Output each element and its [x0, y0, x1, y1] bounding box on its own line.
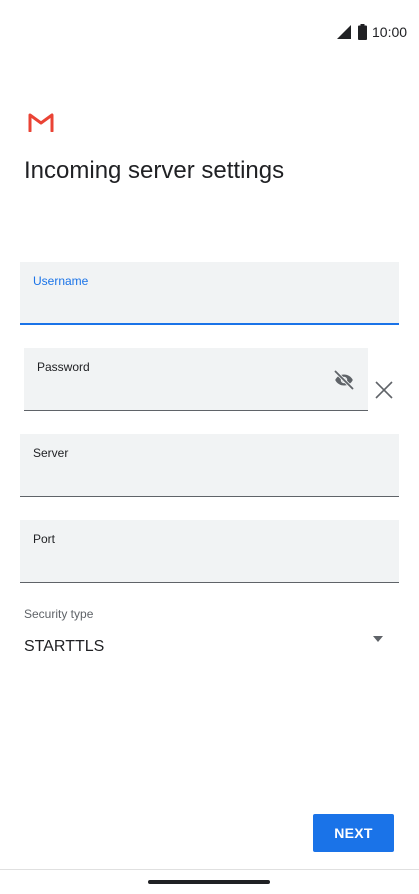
- port-input[interactable]: [32, 552, 387, 576]
- visibility-off-icon[interactable]: [332, 368, 356, 392]
- cell-signal-icon: [337, 25, 351, 39]
- status-bar: 10:00: [0, 0, 419, 64]
- next-button[interactable]: NEXT: [313, 814, 394, 852]
- password-input[interactable]: [36, 380, 324, 404]
- security-type-label: Security type: [24, 607, 94, 621]
- server-input[interactable]: [32, 466, 387, 490]
- home-gesture-handle[interactable]: [148, 880, 270, 884]
- dropdown-arrow-icon: [373, 636, 383, 642]
- server-label: Server: [33, 446, 69, 460]
- port-label: Port: [33, 532, 56, 546]
- gmail-logo-icon: [28, 113, 54, 132]
- username-input[interactable]: [32, 293, 387, 317]
- page-title: Incoming server settings: [24, 157, 285, 184]
- username-label: Username: [33, 274, 89, 288]
- password-label: Password: [37, 360, 90, 374]
- username-field[interactable]: Username: [20, 262, 399, 325]
- battery-icon: [358, 24, 367, 40]
- server-field[interactable]: Server: [20, 434, 399, 497]
- password-field[interactable]: Password: [24, 348, 368, 411]
- security-type-value: STARTTLS: [24, 638, 105, 655]
- port-field[interactable]: Port: [20, 520, 399, 583]
- nav-divider: [0, 869, 419, 870]
- security-type-dropdown[interactable]: STARTTLS: [20, 626, 399, 666]
- status-time: 10:00: [372, 24, 408, 40]
- close-icon[interactable]: [374, 380, 394, 400]
- incoming-server-settings-screen: 10:00 Incoming server settings Username …: [0, 0, 419, 894]
